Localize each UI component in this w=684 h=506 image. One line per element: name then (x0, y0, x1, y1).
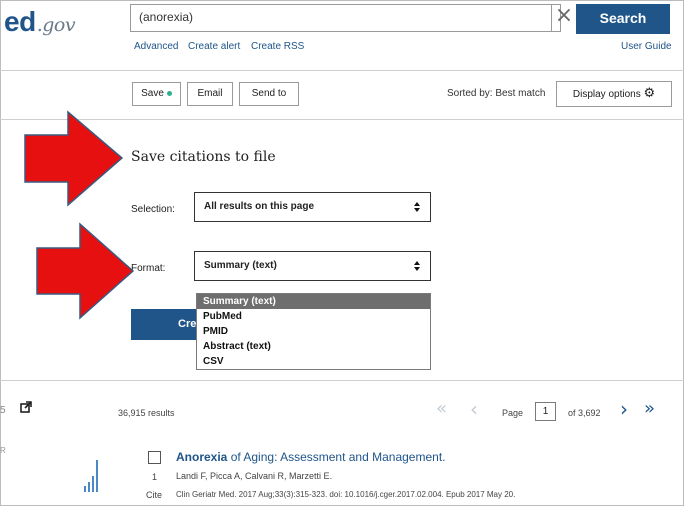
red-arrow-1 (24, 110, 124, 207)
red-arrow-2 (36, 222, 135, 320)
annotation-arrows (24, 110, 135, 320)
